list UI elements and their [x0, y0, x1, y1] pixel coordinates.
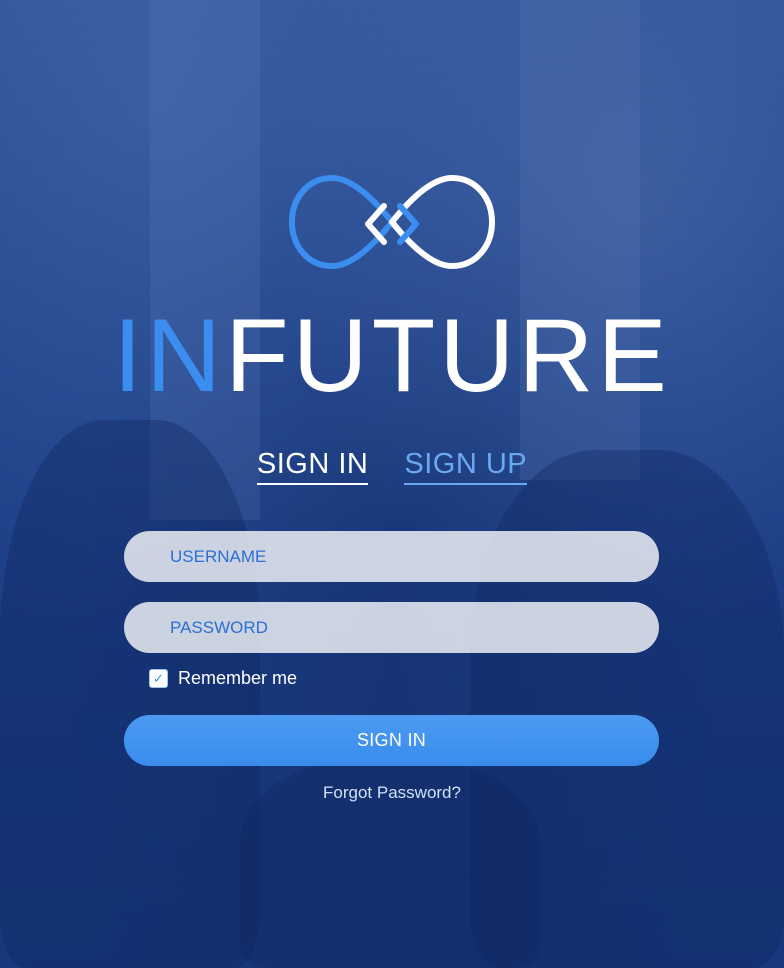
- password-field[interactable]: [124, 602, 659, 653]
- tab-sign-up[interactable]: SIGN UP: [404, 448, 528, 485]
- infinity-code-icon: [288, 174, 496, 270]
- checkmark-icon: ✓: [153, 671, 164, 686]
- brand-suffix: FUTURE: [225, 298, 671, 414]
- auth-tabs: SIGN IN SIGN UP: [0, 448, 784, 485]
- tab-sign-in[interactable]: SIGN IN: [256, 448, 369, 485]
- password-input[interactable]: [168, 616, 659, 639]
- remember-me-label[interactable]: Remember me: [178, 668, 297, 689]
- forgot-password-link[interactable]: Forgot Password?: [0, 783, 784, 803]
- brand-prefix: IN: [113, 298, 226, 414]
- remember-me-checkbox[interactable]: ✓: [149, 669, 168, 688]
- username-field[interactable]: [124, 531, 659, 582]
- username-input[interactable]: [168, 545, 659, 568]
- sign-in-button[interactable]: SIGN IN: [124, 715, 659, 766]
- brand-wordmark: INFUTURE: [0, 300, 784, 412]
- remember-me-row: ✓ Remember me: [149, 668, 297, 689]
